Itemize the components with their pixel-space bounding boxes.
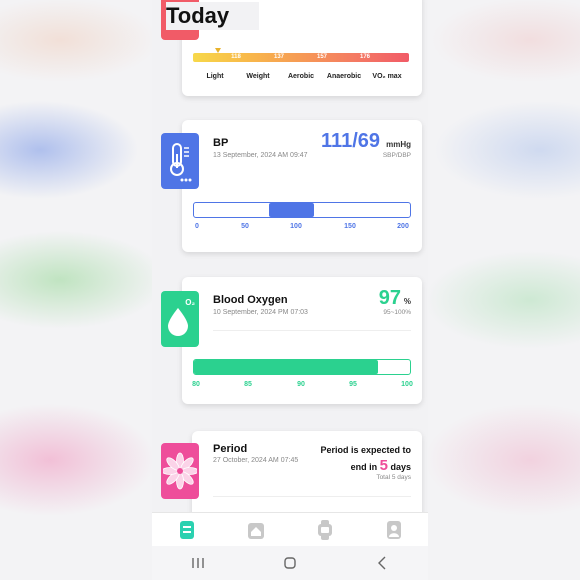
bp-scale-tick: 50 — [241, 223, 249, 230]
oxygen-title: Blood Oxygen — [213, 294, 288, 306]
period-days-value: 5 — [379, 457, 388, 474]
period-title: Period — [213, 443, 248, 455]
zone-label: Weight — [246, 73, 270, 80]
zone-label: Aerobic — [287, 73, 315, 80]
divider — [213, 496, 411, 497]
bp-scale: 0 50 100 150 200 — [193, 223, 411, 233]
oxygen-card[interactable]: O₂ Blood Oxygen 10 September, 2024 PM 07… — [161, 277, 422, 404]
oxygen-scale-tick: 95 — [349, 381, 357, 388]
page-title: Today — [166, 2, 260, 30]
divider — [213, 330, 411, 331]
zone-tick-values: 118 137 157 176 — [193, 54, 409, 62]
zone-label: Anaerobic — [326, 73, 362, 80]
bp-scale-tick: 100 — [290, 223, 302, 230]
period-card[interactable]: Period 27 October, 2024 AM 07:45 Period … — [161, 431, 422, 512]
watch-icon[interactable] — [310, 517, 340, 543]
period-timestamp: 27 October, 2024 AM 07:45 — [213, 457, 299, 464]
oxygen-level-bar — [193, 359, 411, 375]
today-icon[interactable] — [172, 517, 202, 543]
zone-label: Light — [206, 73, 224, 80]
bp-range-fill — [268, 203, 314, 217]
oxygen-scale-tick: 85 — [244, 381, 252, 388]
oxygen-range: 95~100% — [383, 309, 411, 316]
bp-value: 111/69 — [321, 130, 380, 152]
thermometer-icon — [161, 133, 199, 189]
oxygen-unit: % — [403, 297, 411, 306]
bp-scale-tick: 0 — [195, 223, 199, 230]
period-days-unit: days — [390, 462, 411, 472]
oxygen-scale-tick: 90 — [297, 381, 305, 388]
zone-tick: 157 — [316, 54, 328, 60]
profile-icon[interactable] — [379, 517, 409, 543]
zone-marker — [215, 48, 221, 53]
system-nav — [152, 546, 428, 580]
period-total: Total 5 days — [376, 474, 411, 481]
bp-title: BP — [213, 137, 229, 149]
oxygen-scale-tick: 80 — [192, 381, 200, 388]
period-message-prefix: end in — [350, 462, 378, 472]
period-message: Period is expected to end in 5 days — [320, 443, 411, 475]
oxygen-level-fill — [194, 360, 378, 374]
recent-apps-icon[interactable] — [178, 553, 218, 573]
zone-labels: Light Weight Aerobic Anaerobic VO₂ max — [193, 73, 409, 83]
period-message-line2: end in 5 days — [320, 458, 411, 475]
o2-badge: O₂ — [185, 298, 195, 307]
bottom-nav — [152, 512, 428, 546]
bp-sublabel: SBP/DBP — [382, 152, 411, 159]
zone-tick: 118 — [231, 54, 241, 60]
flower-icon — [161, 443, 199, 499]
period-message-line1: Period is expected to — [320, 445, 411, 455]
bp-scale-tick: 150 — [344, 223, 356, 230]
bp-unit: mmHg — [386, 140, 411, 149]
bp-range-bar — [193, 202, 411, 218]
back-icon[interactable] — [362, 553, 402, 573]
phone-screen: Today 118 137 157 176 Light Weight Aerob… — [152, 0, 428, 580]
bp-card[interactable]: BP 13 September, 2024 AM 09:47 111/69 mm… — [161, 120, 422, 252]
oxygen-timestamp: 10 September, 2024 PM 07:03 — [213, 309, 308, 316]
home-icon[interactable] — [241, 517, 271, 543]
zone-tick: 137 — [273, 54, 285, 60]
zone-label: VO₂ max — [372, 73, 402, 80]
scroll-area[interactable]: Today 118 137 157 176 Light Weight Aerob… — [152, 0, 428, 512]
oxygen-value: 97 — [378, 287, 401, 309]
oxygen-scale-tick: 100 — [401, 381, 413, 388]
oxygen-scale: 80 85 90 95 100 — [192, 381, 413, 391]
zone-tick: 176 — [359, 54, 371, 60]
home-button-icon[interactable] — [270, 553, 310, 573]
water-drop-icon: O₂ — [161, 291, 199, 347]
bp-scale-tick: 200 — [397, 223, 409, 230]
bp-timestamp: 13 September, 2024 AM 09:47 — [213, 152, 308, 159]
